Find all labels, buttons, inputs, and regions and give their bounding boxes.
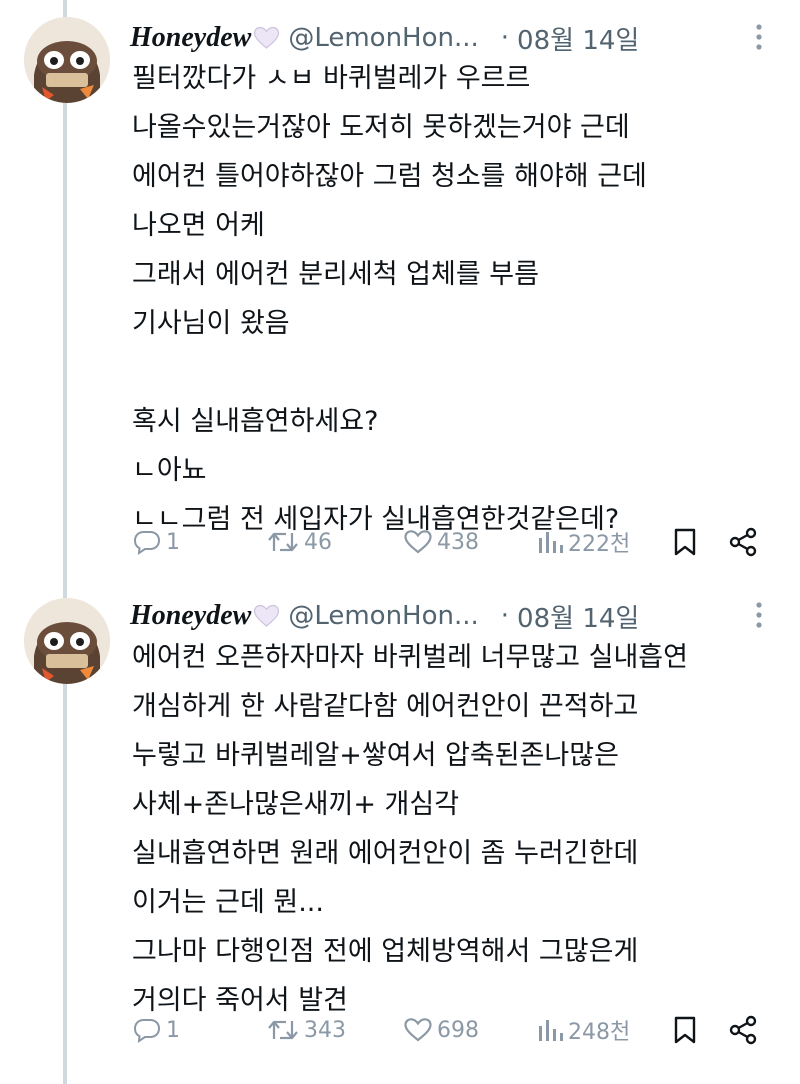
avatar-image (24, 598, 110, 684)
tweet-text: 필터깠다가 ㅅㅂ 바퀴벌레가 우르르 나올수있는거잖아 도저히 못하겠는거야 근… (132, 54, 772, 544)
reply-count: 1 (166, 1017, 180, 1043)
handle[interactable]: @LemonHon... (288, 23, 478, 53)
reply-icon (133, 531, 161, 555)
bookmark-icon (674, 1016, 696, 1044)
share-icon (729, 527, 757, 557)
retweet-icon (268, 1020, 298, 1040)
like-icon (404, 530, 432, 554)
avatar-image (24, 17, 110, 103)
views-icon (539, 532, 563, 553)
avatar[interactable] (24, 17, 110, 103)
views-icon (539, 1020, 563, 1041)
retweet-button[interactable]: 343 (266, 1012, 346, 1048)
more-icon[interactable] (752, 22, 766, 52)
share-button[interactable] (728, 1012, 758, 1048)
tweet-line: 실내흡연하면 원래 에어컨안이 좀 누러긴한데 (132, 838, 639, 869)
bookmark-icon (674, 528, 696, 556)
reply-button[interactable]: 1 (132, 1012, 180, 1048)
retweet-count: 46 (304, 529, 332, 555)
tweet-line: 기사님이 왔음 (132, 308, 290, 339)
retweet-button[interactable]: 46 (266, 524, 332, 560)
like-icon (404, 1018, 432, 1042)
separator-dot: · (500, 601, 510, 631)
tweet-line: ㄴ아뇨 (132, 455, 207, 486)
tweet-line: 혹시 실내흡연하세요? (132, 406, 379, 437)
like-count: 438 (437, 529, 479, 555)
handle[interactable]: @LemonHon... (288, 601, 478, 631)
tweet-line (132, 348, 772, 397)
thread-line (63, 0, 67, 1084)
tweet-line: 나올수있는거잖아 도저히 못하겠는거야 근데 (132, 112, 630, 143)
tweet-line: 그래서 에어컨 분리세척 업체를 부름 (132, 259, 539, 290)
white-heart-icon (254, 604, 280, 627)
tweet-line: 필터깠다가 ㅅㅂ 바퀴벌레가 우르르 (132, 63, 531, 94)
reply-button[interactable]: 1 (132, 524, 180, 560)
more-icon[interactable] (752, 600, 766, 630)
display-name[interactable]: Honeydew (130, 600, 251, 632)
tweet-date[interactable]: 08월 14일 (517, 20, 639, 57)
tweet-header: Honeydew @LemonHon... · 08월 14일 (130, 18, 639, 58)
tweet-text: 에어컨 오픈하자마자 바퀴벌레 너무많고 실내흡연 개심하게 한 사람같다함 에… (132, 633, 772, 1025)
display-name[interactable]: Honeydew (130, 22, 251, 54)
avatar[interactable] (24, 598, 110, 684)
tweet-line: 에어컨 오픈하자마자 바퀴벌레 너무많고 실내흡연 (132, 642, 688, 673)
tweet-line: 이거는 근데 뭔... (132, 887, 324, 918)
retweet-count: 343 (304, 1017, 346, 1043)
views-button[interactable]: 248천 (536, 1012, 630, 1048)
action-bar: 1 46 438 222천 (132, 524, 772, 560)
like-button[interactable]: 438 (403, 524, 479, 560)
retweet-icon (268, 532, 298, 552)
tweet-line: 누렇고 바퀴벌레알+쌓여서 압축된존나많은 (132, 740, 619, 771)
share-icon (729, 1015, 757, 1045)
tweet-line: 개심하게 한 사람같다함 에어컨안이 끈적하고 (132, 691, 639, 722)
views-count: 222천 (568, 532, 631, 557)
tweet-line: 사체+존나많은새끼+ 개심각 (132, 789, 460, 820)
views-button[interactable]: 222천 (536, 524, 630, 560)
tweet-line: 나오면 어케 (132, 210, 265, 241)
tweet-line: 에어컨 틀어야하잖아 그럼 청소를 해야해 근데 (132, 161, 647, 192)
bookmark-button[interactable] (673, 524, 697, 560)
tweet-header: Honeydew @LemonHon... · 08월 14일 (130, 596, 639, 636)
separator-dot: · (500, 23, 510, 53)
views-count: 248천 (568, 1020, 631, 1045)
like-button[interactable]: 698 (403, 1012, 479, 1048)
tweet-date[interactable]: 08월 14일 (517, 598, 639, 635)
bookmark-button[interactable] (673, 1012, 697, 1048)
like-count: 698 (437, 1017, 479, 1043)
share-button[interactable] (728, 524, 758, 560)
reply-count: 1 (166, 529, 180, 555)
tweet-line: 그나마 다행인점 전에 업체방역해서 그많은게 (132, 936, 639, 967)
white-heart-icon (254, 26, 280, 49)
action-bar: 1 343 698 248천 (132, 1012, 772, 1048)
reply-icon (133, 1019, 161, 1043)
